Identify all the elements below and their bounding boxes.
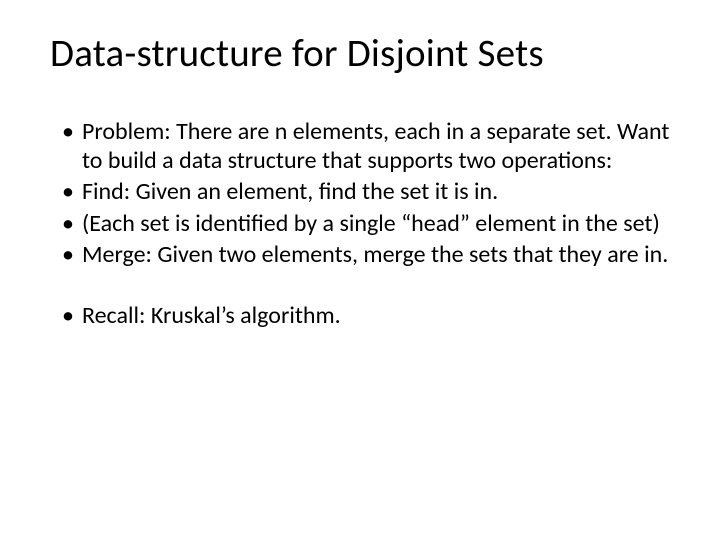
slide: Data-structure for Disjoint Sets Problem…: [0, 0, 720, 540]
list-item: Recall: Kruskal’s algorithm.: [62, 301, 670, 332]
list-item: Merge: Given two elements, merge the set…: [62, 240, 670, 271]
list-item: Problem: There are n elements, each in a…: [62, 117, 670, 178]
slide-title: Data-structure for Disjoint Sets: [50, 32, 670, 77]
bullet-list-2: Recall: Kruskal’s algorithm.: [50, 301, 670, 332]
spacer: [50, 271, 670, 301]
bullet-list: Problem: There are n elements, each in a…: [50, 117, 670, 271]
list-item: Find: Given an element, find the set it …: [62, 177, 670, 208]
list-item: (Each set is identified by a single “hea…: [62, 209, 670, 240]
